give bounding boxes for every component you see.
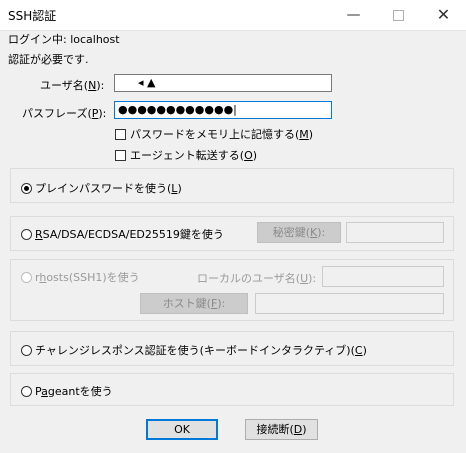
- close-icon: ✕: [436, 5, 451, 24]
- rsa-key-label: RSA/DSA/ECDSA/ED25519鍵を使う: [35, 228, 224, 241]
- remember-password-checkbox[interactable]: パスワードをメモリ上に記憶する(M): [115, 126, 313, 142]
- close-button[interactable]: ✕: [421, 0, 466, 30]
- plain-password-radio-dot[interactable]: [21, 182, 32, 194]
- secret-key-button[interactable]: 秘密鍵(K):: [257, 222, 341, 243]
- agent-forward-checkbox[interactable]: エージェント転送する(O): [115, 147, 257, 163]
- passphrase-value: ●●●●●●●●●●●●|: [118, 103, 237, 116]
- username-label: ユーザ名(N):: [40, 79, 105, 92]
- auth-required-text: 認証が必要です.: [8, 53, 89, 66]
- local-user-label: ローカルのユーザ名(U):: [197, 272, 317, 285]
- username-value: ◂ ▲: [138, 76, 156, 89]
- username-input[interactable]: ◂ ▲: [114, 74, 332, 92]
- rhosts-radio[interactable]: rhosts(SSH1)を使う: [21, 269, 140, 285]
- plain-password-radio[interactable]: プレインパスワードを使う(L): [21, 180, 182, 196]
- host-key-path-input[interactable]: [255, 293, 444, 314]
- challenge-response-radio[interactable]: チャレンジレスポンス認証を使う(キーボードインタラクティブ)(C): [21, 342, 367, 358]
- rhosts-label: rhosts(SSH1)を使う: [35, 271, 140, 284]
- remember-password-box[interactable]: [115, 128, 126, 140]
- minimize-icon: —: [346, 7, 361, 23]
- rhosts-radio-dot[interactable]: [21, 271, 32, 283]
- maximize-button: [376, 0, 421, 30]
- local-user-input[interactable]: [322, 266, 444, 287]
- challenge-response-label: チャレンジレスポンス認証を使う(キーボードインタラクティブ)(C): [35, 344, 367, 357]
- minimize-button[interactable]: —: [331, 0, 376, 30]
- pageant-label: Pageantを使う: [35, 385, 113, 398]
- rsa-key-radio[interactable]: RSA/DSA/ECDSA/ED25519鍵を使う: [21, 226, 224, 242]
- agent-forward-box[interactable]: [115, 149, 126, 161]
- ok-button[interactable]: OK: [146, 419, 218, 440]
- rsa-key-radio-dot[interactable]: [21, 228, 32, 240]
- host-key-button[interactable]: ホスト鍵(F):: [140, 293, 248, 314]
- window-title: SSH認証: [8, 9, 57, 23]
- title-bar: SSH認証 — ✕: [0, 0, 466, 31]
- disconnect-button[interactable]: 接続断(D): [245, 419, 318, 440]
- login-status: ログイン中: localhost: [8, 33, 120, 46]
- agent-forward-label: エージェント転送する(O): [130, 149, 258, 162]
- remember-password-label: パスワードをメモリ上に記憶する(M): [130, 128, 314, 141]
- passphrase-label: パスフレーズ(P):: [22, 107, 107, 120]
- maximize-icon: [393, 9, 404, 21]
- pageant-radio-dot[interactable]: [21, 385, 32, 397]
- secret-key-path-input[interactable]: [346, 222, 444, 243]
- plain-password-label: プレインパスワードを使う(L): [35, 182, 182, 195]
- pageant-radio[interactable]: Pageantを使う: [21, 383, 113, 399]
- challenge-response-radio-dot[interactable]: [21, 344, 32, 356]
- passphrase-input[interactable]: ●●●●●●●●●●●●|: [114, 101, 332, 119]
